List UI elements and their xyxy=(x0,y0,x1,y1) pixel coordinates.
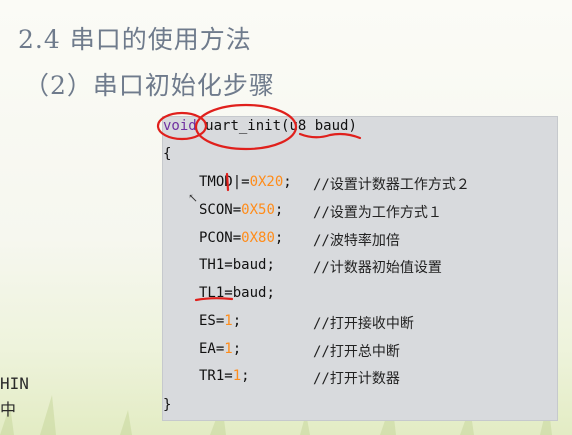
stmt-value: 0X20 xyxy=(249,174,284,190)
stmt-end: ; xyxy=(274,230,284,246)
stmt-end: ; xyxy=(274,202,284,218)
code-comment: //波特率加倍 xyxy=(313,233,400,249)
code-comment: //设置为工作方式１ xyxy=(313,205,442,221)
code-comment: //计数器初始值设置 xyxy=(313,260,442,276)
code-line: TMOD|=0X20; xyxy=(199,174,292,190)
stmt-name: TH1 xyxy=(199,257,225,273)
stmt-value: 0X80 xyxy=(241,230,275,246)
stmt-name: SCON xyxy=(199,202,233,218)
code-line: PCON=0X80; xyxy=(199,230,283,246)
stmt-value: 0X50 xyxy=(241,202,275,218)
stmt-op: = xyxy=(224,368,233,384)
code-line: SCON=0X50; xyxy=(199,202,283,218)
keyword-void: void xyxy=(163,118,197,134)
code-block: void uart_init(u8 baud) { TMOD|=0X20; //… xyxy=(162,116,558,421)
stmt-end: ; xyxy=(232,341,242,357)
stmt-name: TR1 xyxy=(199,368,225,384)
stmt-op: = xyxy=(232,230,242,246)
stmt-end: ; xyxy=(241,368,250,384)
stmt-end: ; xyxy=(232,313,242,329)
stmt-op: = xyxy=(232,202,242,218)
slide-subtitle: （2）串口初始化步骤 xyxy=(24,71,275,100)
stmt-op: = xyxy=(224,285,233,301)
function-signature: void uart_init(u8 baud) xyxy=(163,118,357,134)
code-comment: //打开接收中断 xyxy=(313,316,414,332)
code-line: EA=1; xyxy=(199,341,241,357)
code-comment: //打开计数器 xyxy=(313,371,400,387)
slide-title: 2.4 串口的使用方法 xyxy=(18,25,252,54)
code-comment: //设置计数器工作方式２ xyxy=(313,177,470,193)
code-line: TL1=baud; xyxy=(199,285,275,301)
code-line: TR1=1; xyxy=(199,368,250,384)
code-comment: //打开总中断 xyxy=(313,344,400,360)
stmt-value: baud xyxy=(232,285,267,301)
stmt-value: 1 xyxy=(224,313,233,329)
stmt-name: PCON xyxy=(199,230,233,246)
open-brace: { xyxy=(163,146,172,162)
stmt-value: 1 xyxy=(232,368,242,384)
stmt-end: ; xyxy=(266,285,275,301)
function-param: u8 baud xyxy=(289,118,349,134)
stmt-end: ; xyxy=(266,257,275,273)
stmt-name: TL1 xyxy=(199,285,225,301)
paren-close: ) xyxy=(348,118,357,134)
function-name: uart_init xyxy=(205,118,282,134)
stmt-op: |= xyxy=(232,174,250,190)
stmt-name: EA xyxy=(199,341,216,357)
stmt-op: = xyxy=(224,257,233,273)
stmt-name: TMOD xyxy=(199,174,233,190)
stmt-name: ES xyxy=(199,313,216,329)
code-line: TH1=baud; xyxy=(199,257,275,273)
stmt-value: baud xyxy=(232,257,267,273)
left-text-fragment: 中 xyxy=(0,400,17,419)
stmt-value: 1 xyxy=(224,341,233,357)
stmt-end: ; xyxy=(283,174,292,190)
code-line: ES=1; xyxy=(199,313,241,329)
mouse-pointer-icon: ↖ xyxy=(188,191,199,205)
close-brace: } xyxy=(163,397,172,413)
left-text-fragment: HIN xyxy=(0,374,29,393)
